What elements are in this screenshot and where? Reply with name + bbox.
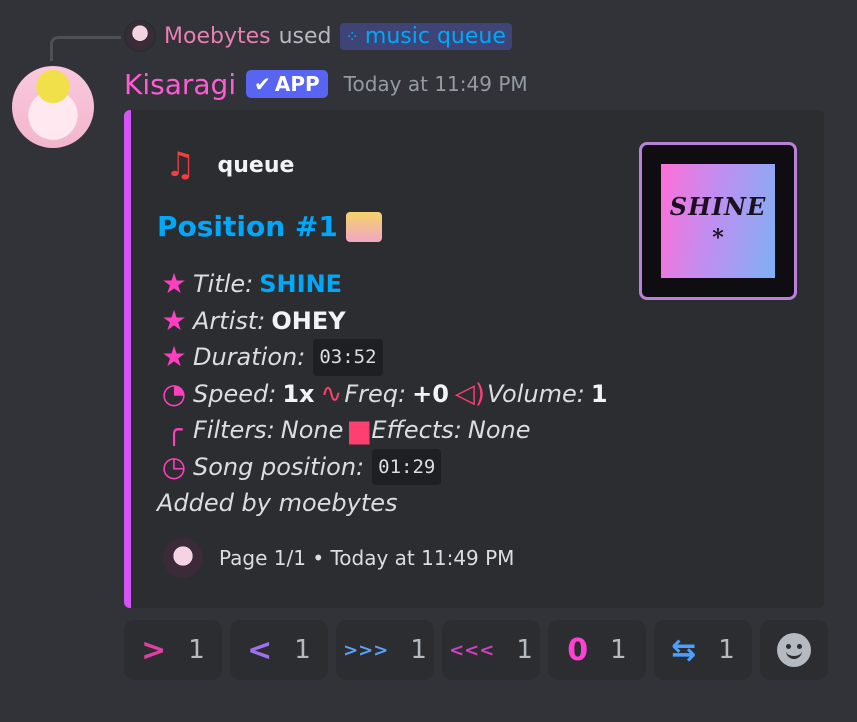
command-name: music queue [364,23,506,49]
effects-value: None [467,416,531,444]
artist-value: OHEY [271,306,346,335]
reply-avatar[interactable] [124,20,156,52]
reply-used-text: used [278,23,332,49]
song-position-value: 01:29 [372,448,442,485]
field-title: ★ Title: SHINE [157,266,608,303]
reply-context: Moebytes used ⁘ music queue [124,18,512,54]
reaction-count: 1 [610,635,627,665]
embed-fields: ★ Title: SHINE ★ Artist: OHEY ★ Duration… [157,266,608,522]
prev-arrow-icon: < [247,632,273,668]
star-icon: ★ [161,340,187,373]
reaction-count: 1 [718,635,735,665]
song-title-link[interactable]: SHINE [259,266,342,303]
verified-check-icon: ✔ [254,72,271,96]
chibi-emoji-icon [345,211,382,242]
reaction-count: 1 [188,635,205,665]
added-by-text: Added by moebytes [157,489,398,517]
embed-author-name: queue [217,152,295,178]
field-label: Speed: [193,379,277,408]
add-reaction-button[interactable] [760,620,828,680]
embed-title: Position #1 [157,210,382,243]
reply-connector [50,36,121,61]
field-added-by: Added by moebytes [157,485,608,522]
album-art-text: SHINE [669,191,767,221]
reply-username[interactable]: Moebytes [164,24,271,49]
app-badge: ✔ APP [246,70,328,98]
music-note-icon: ♫ [165,145,196,185]
field-label: Title: [193,270,254,298]
field-label: Effects: [371,416,462,444]
message-header: Kisaragi ✔ APP Today at 11:49 PM [124,66,528,102]
volume-speaker-icon: ◁) [454,378,486,409]
speed-clock-icon: ◔ [161,376,187,410]
reaction-bar: >1 <1 >>> 1 <<< 1 0 1 ⇆ 1 [124,620,828,680]
reaction-button[interactable]: >1 [124,620,222,680]
duration-value: 03:52 [313,339,383,376]
queue-embed: ♫ queue SHINE * Position #1 ★ Title: SHI… [124,110,824,608]
filters-value: None [280,416,344,444]
field-song-position: ◷ Song position: 01:29 [157,448,608,485]
rewind-icon: <<< [449,639,495,661]
app-badge-label: APP [274,72,320,96]
field-filters-effects: ╭ Filters: None ▆ Effects: None [157,412,608,449]
reaction-button[interactable]: 01 [548,620,646,680]
volume-value: 1 [590,379,608,408]
reaction-count: 1 [516,635,533,665]
field-artist: ★ Artist: OHEY [157,303,608,340]
album-art: SHINE * [661,164,775,278]
field-label: Volume: [487,379,585,408]
command-mention[interactable]: ⁘ music queue [339,22,512,50]
footer-avatar [163,538,203,578]
zero-icon: 0 [567,632,589,668]
field-label: Artist: [193,306,266,335]
effects-layers-icon: ▆ [349,415,370,445]
bot-avatar[interactable] [12,66,94,148]
embed-footer: Page 1/1 • Today at 11:49 PM [163,538,514,578]
bot-username[interactable]: Kisaragi [124,68,236,101]
star-icon: ★ [161,303,187,337]
reaction-button[interactable]: <<< 1 [442,620,540,680]
reaction-button[interactable]: <1 [230,620,328,680]
slash-command-icon: ⁘ [345,26,359,46]
loop-icon: ⇆ [671,632,697,668]
embed-author: ♫ queue [165,148,294,182]
star-icon: ★ [161,267,187,300]
next-arrow-icon: > [141,632,167,668]
smiley-icon [777,633,811,667]
message-timestamp: Today at 11:49 PM [343,72,528,96]
field-label: Song position: [193,452,365,481]
field-label: Filters: [193,416,275,444]
freq-value: +0 [412,379,449,408]
field-label: Duration: [193,343,306,371]
frequency-wave-icon: ∿ [320,378,343,409]
reaction-button[interactable]: ⇆ 1 [654,620,752,680]
reaction-count: 1 [294,635,311,665]
fast-forward-icon: >>> [343,639,389,661]
field-duration: ★ Duration: 03:52 [157,339,608,376]
speed-value: 1x [282,379,315,408]
field-label: Freq: [344,379,407,408]
reaction-count: 1 [410,635,427,665]
footer-text: Page 1/1 • Today at 11:49 PM [219,546,515,570]
field-speed-freq-volume: ◔ Speed: 1x ∿ Freq: +0 ◁) Volume: 1 [157,376,608,413]
embed-title-text: Position #1 [157,210,338,243]
album-thumbnail[interactable]: SHINE * [639,142,797,300]
clock-icon: ◷ [161,449,187,483]
asterisk-icon: * [712,224,724,251]
filter-curve-icon: ╭ [165,413,183,446]
reaction-button[interactable]: >>> 1 [336,620,434,680]
